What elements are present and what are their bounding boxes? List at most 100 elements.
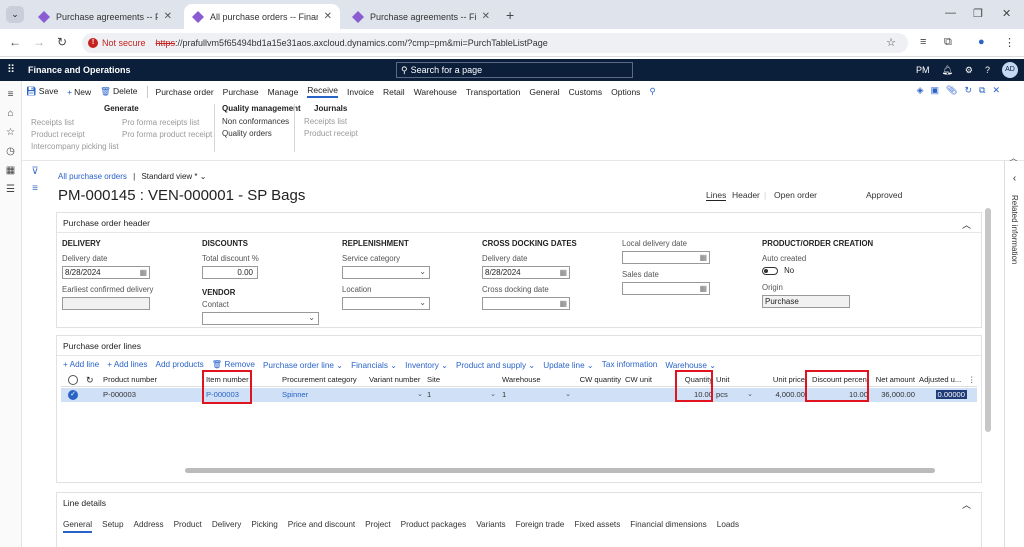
- extensions-icon[interactable]: ⧉: [944, 36, 952, 49]
- power-apps-icon[interactable]: ◈: [917, 85, 924, 96]
- open-new-window-icon[interactable]: ⧉: [979, 85, 985, 96]
- add-line-button[interactable]: + Add line: [63, 360, 99, 370]
- update-line-menu[interactable]: Update line ⌄: [543, 360, 594, 370]
- add-products-button[interactable]: Add products: [156, 360, 204, 370]
- add-lines-button[interactable]: + Add lines: [107, 360, 147, 370]
- browser-menu-icon[interactable]: ⋮: [1004, 36, 1015, 49]
- col-procurement-category[interactable]: Procurement category: [282, 373, 368, 387]
- favorites-star-icon[interactable]: ☆: [0, 127, 21, 138]
- close-window-icon[interactable]: ✕: [1002, 7, 1011, 20]
- tab-financial-dimensions[interactable]: Financial dimensions: [630, 520, 706, 533]
- tax-information-button[interactable]: Tax information: [602, 360, 658, 370]
- warehouse-menu[interactable]: Warehouse ⌄: [665, 360, 716, 370]
- tab-groups-icon[interactable]: ≡: [920, 36, 926, 48]
- cell-unit-price[interactable]: 4,000.00: [761, 388, 805, 402]
- tab-purchase-order[interactable]: Purchase order: [156, 87, 214, 97]
- forward-icon[interactable]: →: [33, 35, 45, 49]
- tab-lines[interactable]: Lines: [706, 190, 727, 201]
- pro-forma-receipts-button[interactable]: Pro forma receipts list: [122, 118, 212, 127]
- tab-purchase[interactable]: Purchase: [223, 87, 259, 97]
- receipts-list-button[interactable]: Receipts list: [31, 118, 119, 127]
- quality-orders-button[interactable]: Quality orders: [222, 129, 301, 138]
- cell-product-number[interactable]: P-000003: [103, 388, 203, 402]
- cell-cw-quantity[interactable]: [576, 388, 621, 402]
- col-net-amount[interactable]: Net amount: [871, 373, 915, 387]
- product-and-supply-menu[interactable]: Product and supply ⌄: [456, 360, 535, 370]
- office-icon[interactable]: ▣: [931, 85, 940, 96]
- row-selected-check-icon[interactable]: ✓: [68, 390, 78, 400]
- tab-customs[interactable]: Customs: [569, 87, 603, 97]
- section-header[interactable]: Line details ︿: [57, 493, 981, 513]
- financials-menu[interactable]: Financials ⌄: [351, 360, 397, 370]
- refresh-icon[interactable]: ↻: [964, 85, 972, 96]
- bookmark-star-icon[interactable]: ☆: [886, 36, 896, 49]
- delete-button[interactable]: 🗑︎ Delete: [100, 86, 137, 97]
- new-button[interactable]: + New: [67, 87, 91, 97]
- tab-header[interactable]: Header: [732, 190, 760, 200]
- cross-docking-date-field[interactable]: ▦: [482, 297, 570, 310]
- col-product-number[interactable]: Product number: [103, 373, 203, 387]
- select-all-radio[interactable]: [68, 375, 78, 385]
- location-field[interactable]: ⌄: [342, 297, 430, 310]
- horizontal-scrollbar[interactable]: [185, 468, 935, 473]
- search-icon[interactable]: ⚲: [649, 86, 655, 97]
- tab-foreign-trade[interactable]: Foreign trade: [516, 520, 565, 533]
- tab-product[interactable]: Product: [174, 520, 202, 533]
- tab-invoice[interactable]: Invoice: [347, 87, 374, 97]
- hamburger-icon[interactable]: ≡: [0, 89, 21, 100]
- page-search-input[interactable]: ⚲ Search for a page: [396, 62, 633, 78]
- sales-date-field[interactable]: ▦: [622, 282, 710, 295]
- cell-procurement-category[interactable]: Spinner: [282, 388, 368, 402]
- tab-retail[interactable]: Retail: [383, 87, 405, 97]
- tab-transportation[interactable]: Transportation: [466, 87, 521, 97]
- security-indicator[interactable]: ! Not secure: [88, 38, 146, 48]
- home-icon[interactable]: ⌂: [0, 108, 21, 119]
- app-launcher-icon[interactable]: ⠿: [7, 63, 15, 76]
- cell-variant-number[interactable]: ⌄: [369, 388, 426, 402]
- recent-clock-icon[interactable]: ◷: [0, 146, 21, 157]
- restore-icon[interactable]: ❐: [973, 7, 983, 20]
- browser-tab-1[interactable]: Purchase agreements -- Financ ✕: [30, 4, 180, 29]
- delivery-date-field[interactable]: 8/28/2024 ▦: [62, 266, 150, 279]
- col-warehouse[interactable]: Warehouse: [502, 373, 574, 387]
- tab-product-packages[interactable]: Product packages: [401, 520, 467, 533]
- journal-receipts-list-button[interactable]: Receipts list: [304, 117, 358, 126]
- section-header[interactable]: Purchase order lines: [57, 336, 981, 356]
- pro-forma-product-receipt-button[interactable]: Pro forma product receipt: [122, 130, 212, 139]
- related-information-pane[interactable]: ‹ Related information: [1004, 161, 1024, 547]
- tab-variants[interactable]: Variants: [476, 520, 505, 533]
- tab-general[interactable]: General: [63, 520, 93, 533]
- col-site[interactable]: Site: [427, 373, 499, 387]
- refresh-icon[interactable]: ↻: [86, 373, 100, 387]
- close-form-icon[interactable]: ✕: [992, 85, 1000, 96]
- calendar-icon[interactable]: ▦: [559, 298, 567, 309]
- company-picker[interactable]: PM: [916, 65, 930, 75]
- local-delivery-date-field[interactable]: ▦: [622, 251, 710, 264]
- tab-warehouse[interactable]: Warehouse: [414, 87, 457, 97]
- chevron-up-icon[interactable]: ︿: [962, 498, 971, 511]
- tab-project[interactable]: Project: [365, 520, 390, 533]
- section-header[interactable]: Purchase order header ︿: [57, 213, 981, 233]
- new-tab-icon[interactable]: +: [506, 7, 514, 23]
- product-receipt-button[interactable]: Product receipt: [31, 130, 119, 139]
- save-button[interactable]: 💾︎ Save: [26, 86, 58, 97]
- tab-receive[interactable]: Receive: [307, 85, 339, 98]
- workspaces-icon[interactable]: ▦: [0, 165, 21, 176]
- avatar[interactable]: AD: [1002, 62, 1018, 78]
- list-toggle-icon[interactable]: ≡: [22, 183, 48, 194]
- tab-search-chevron-icon[interactable]: ⌄: [6, 6, 24, 23]
- tab-address[interactable]: Address: [134, 520, 164, 533]
- contact-field[interactable]: ⌄: [202, 312, 319, 325]
- remove-button[interactable]: 🗑︎ Remove: [212, 360, 255, 370]
- journal-product-receipt-button[interactable]: Product receipt: [304, 129, 358, 138]
- chevron-up-icon[interactable]: ︿: [962, 218, 971, 231]
- col-cw-unit[interactable]: CW unit: [625, 373, 665, 387]
- cell-net-amount[interactable]: 36,000.00: [871, 388, 915, 402]
- cell-unit[interactable]: pcs ⌄: [716, 388, 756, 402]
- col-cw-quantity[interactable]: CW quantity: [576, 373, 621, 387]
- browser-tab-2[interactable]: All purchase orders -- Finance a ✕: [184, 4, 340, 29]
- auto-created-toggle[interactable]: [762, 266, 778, 275]
- calendar-icon[interactable]: ▦: [139, 267, 147, 278]
- profile-icon[interactable]: ●: [978, 36, 985, 48]
- tab-loads[interactable]: Loads: [717, 520, 739, 533]
